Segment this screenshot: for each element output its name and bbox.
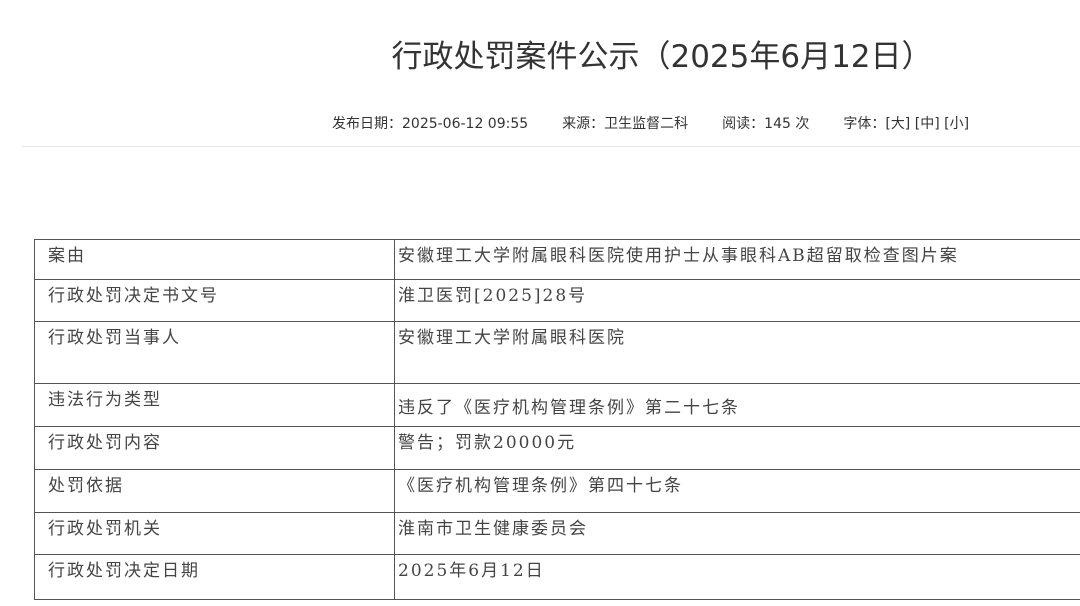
row-value: 淮南市卫生健康委员会 (394, 512, 1080, 555)
row-value: 《医疗机构管理条例》第四十七条 (394, 469, 1080, 513)
table-row: 行政处罚内容 警告；罚款20000元 (34, 426, 1080, 470)
font-small-button[interactable]: [小] (944, 116, 969, 132)
header-divider (22, 146, 1080, 147)
table-row: 行政处罚决定书文号 淮卫医罚[2025]28号 (34, 279, 1080, 322)
row-key: 行政处罚当事人 (34, 321, 395, 384)
row-key: 行政处罚内容 (34, 426, 395, 470)
publish-date: 发布日期：2025-06-12 09:55 (332, 114, 528, 134)
case-info-table: 案由 安徽理工大学附属眼科医院使用护士从事眼科AB超留取检查图片案 行政处罚决定… (34, 239, 1080, 600)
row-key: 行政处罚决定日期 (34, 554, 395, 600)
table-row: 违法行为类型 违反了《医疗机构管理条例》第二十七条 (34, 383, 1080, 427)
publish-date-value: 2025-06-12 09:55 (402, 116, 529, 132)
font-medium-button[interactable]: [中] (915, 116, 940, 132)
row-value: 2025年6月12日 (394, 554, 1080, 600)
table-row: 处罚依据 《医疗机构管理条例》第四十七条 (34, 469, 1080, 513)
row-value: 淮卫医罚[2025]28号 (394, 279, 1080, 322)
source-value: 卫生监督二科 (604, 116, 689, 132)
read-count-value: 145 次 (764, 116, 810, 132)
row-value: 警告；罚款20000元 (394, 426, 1080, 470)
row-value: 安徽理工大学附属眼科医院使用护士从事眼科AB超留取检查图片案 (394, 239, 1080, 280)
read-count-label: 阅读： (722, 116, 765, 132)
row-key: 案由 (34, 239, 395, 280)
source-label: 来源： (562, 116, 605, 132)
font-size-label: 字体： (843, 116, 886, 132)
article-meta: 发布日期：2025-06-12 09:55 来源：卫生监督二科 阅读：145 次 字体… (332, 114, 969, 134)
page-title: 行政处罚案件公示（2025年6月12日） (391, 39, 933, 75)
table-row: 案由 安徽理工大学附属眼科医院使用护士从事眼科AB超留取检查图片案 (34, 239, 1080, 280)
row-key: 处罚依据 (34, 469, 395, 513)
font-size-controls: 字体：[大] [中] [小] (843, 114, 969, 134)
table-row: 行政处罚当事人 安徽理工大学附属眼科医院 (34, 321, 1080, 384)
publish-date-label: 发布日期： (332, 116, 402, 132)
row-value: 违反了《医疗机构管理条例》第二十七条 (394, 383, 1080, 427)
font-large-button[interactable]: [大] (885, 116, 910, 132)
table-row: 行政处罚机关 淮南市卫生健康委员会 (34, 512, 1080, 555)
read-count: 阅读：145 次 (722, 114, 809, 134)
row-key: 行政处罚机关 (34, 512, 395, 555)
row-key: 违法行为类型 (34, 383, 395, 427)
row-key: 行政处罚决定书文号 (34, 279, 395, 322)
row-value: 安徽理工大学附属眼科医院 (394, 321, 1080, 384)
table-row: 行政处罚决定日期 2025年6月12日 (34, 554, 1080, 600)
source: 来源：卫生监督二科 (562, 114, 688, 134)
